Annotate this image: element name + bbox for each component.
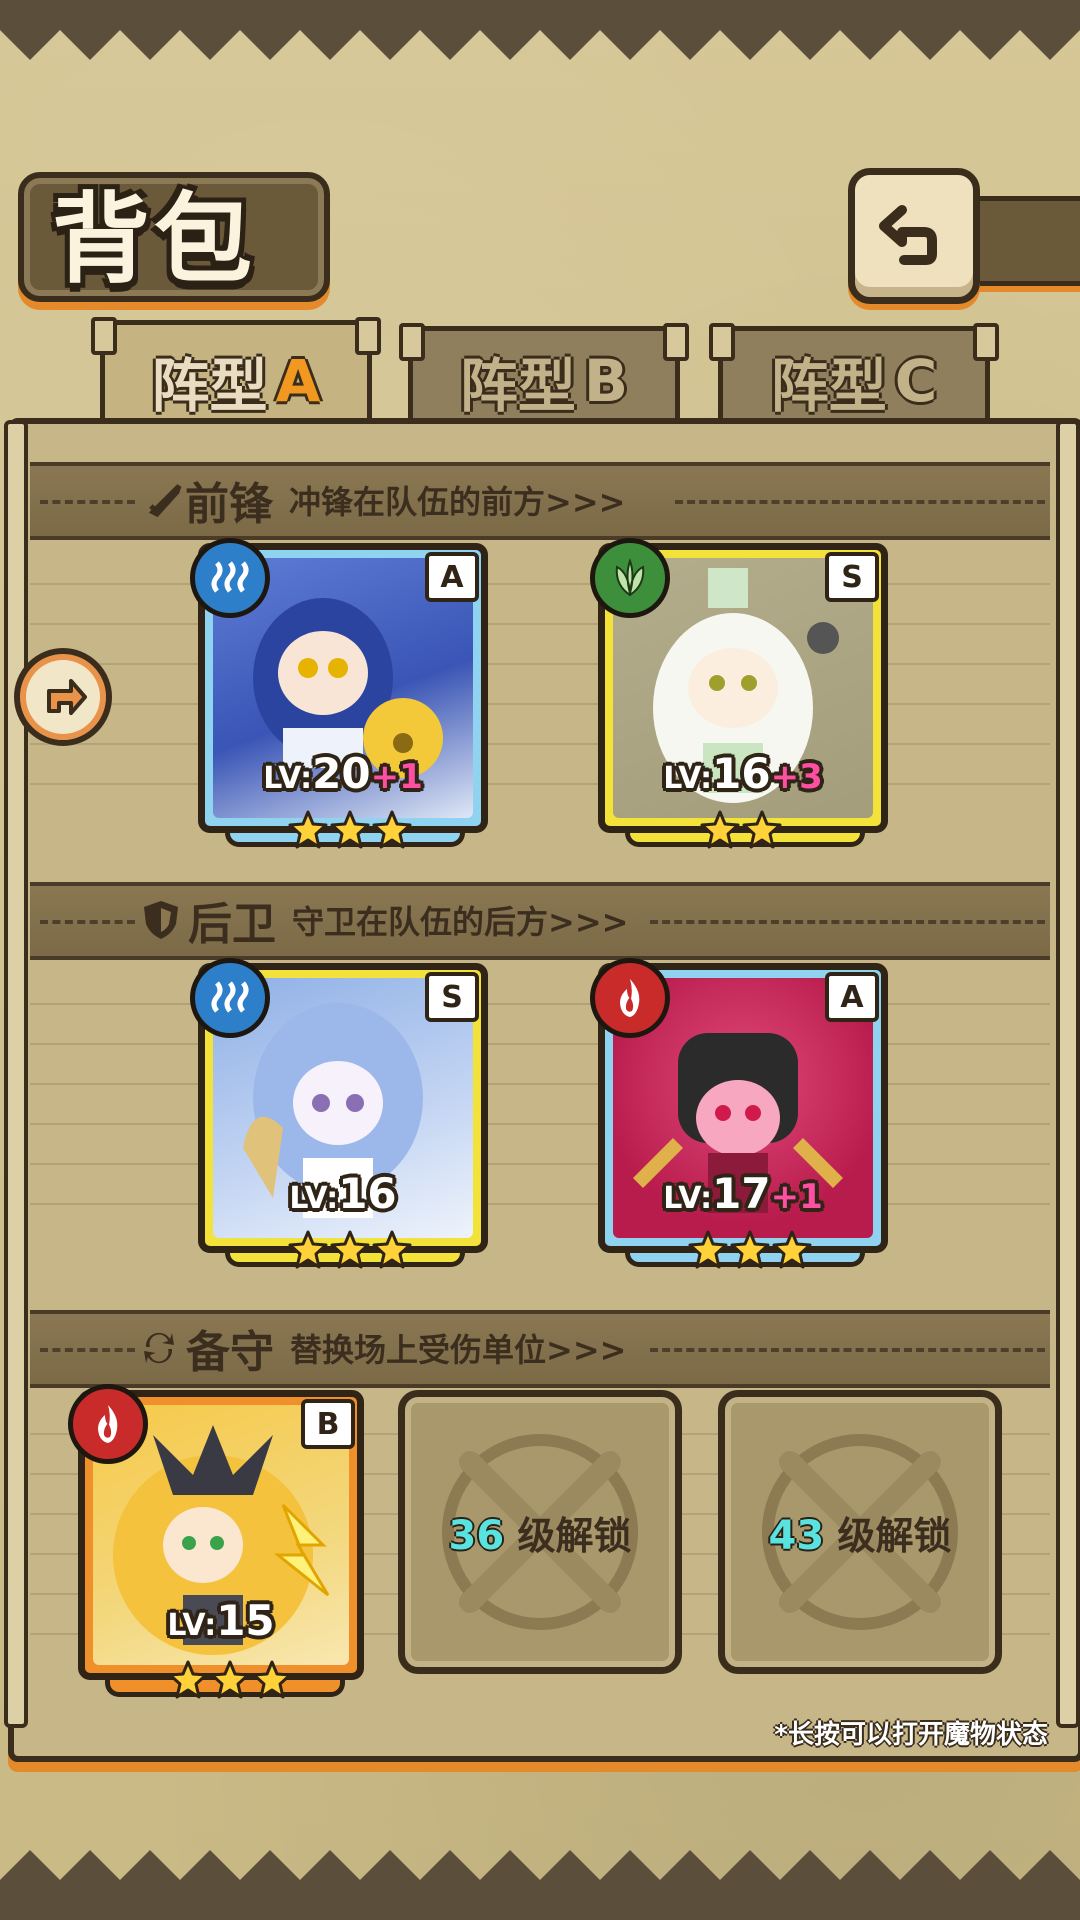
page-title: 背包 [52, 183, 257, 297]
star-rating [700, 810, 782, 850]
rank-badge: S [825, 552, 879, 602]
fire-element-icon [68, 1384, 148, 1464]
star-icon [742, 810, 782, 850]
side-toggle-button[interactable] [14, 648, 112, 746]
panel-rail-left [4, 420, 28, 1728]
star-icon [288, 1230, 328, 1270]
tab-formation-c[interactable]: 阵型 C [709, 323, 999, 431]
tab-formation-b[interactable]: 阵型 B [399, 323, 689, 431]
rank-badge: A [825, 972, 879, 1022]
star-icon [330, 1230, 370, 1270]
water-element-icon [190, 958, 270, 1038]
star-icon [330, 810, 370, 850]
level-label: LV:15 [167, 1596, 275, 1645]
unlock-requirement: 43 级解锁 [768, 1512, 952, 1559]
star-icon [700, 810, 740, 850]
tab-label: 阵型 [151, 352, 268, 420]
star-rating [288, 810, 412, 850]
locked-slot[interactable]: 36 级解锁 [398, 1390, 682, 1674]
level-label: LV:16+3 [663, 749, 823, 798]
star-icon [730, 1230, 770, 1270]
tab-letter: B [583, 347, 629, 415]
water-element-icon [190, 538, 270, 618]
section-label: 备守 [186, 1327, 274, 1378]
rank-badge: A [425, 552, 479, 602]
level-label: LV:16 [289, 1169, 397, 1218]
sword-icon [148, 484, 182, 518]
back-button[interactable] [848, 168, 980, 304]
star-rating [688, 1230, 812, 1270]
section-desc: 守卫在队伍的后方>>> [292, 903, 629, 941]
back-arrow-icon [879, 205, 937, 265]
level-label: LV:20+1 [263, 749, 423, 798]
arrow-right-icon [47, 679, 87, 715]
star-icon [210, 1660, 250, 1700]
swap-icon [144, 1332, 174, 1364]
section-desc: 替换场上受伤单位>>> [290, 1331, 627, 1369]
section-label: 后卫 [188, 899, 276, 950]
tab-label: 阵型 [770, 352, 887, 420]
shield-icon [144, 901, 178, 939]
rank-badge: S [425, 972, 479, 1022]
star-icon [688, 1230, 728, 1270]
section-label: 前锋 [185, 479, 273, 530]
leaf-element-icon [590, 538, 670, 618]
locked-slot[interactable]: 43 级解锁 [718, 1390, 1002, 1674]
star-icon [288, 810, 328, 850]
unlock-requirement: 36 级解锁 [448, 1512, 632, 1559]
panel-rail-right [1056, 420, 1080, 1728]
star-rating [168, 1660, 292, 1700]
star-rating [288, 1230, 412, 1270]
tab-letter: C [894, 347, 938, 415]
section-title-front: 前锋 冲锋在队伍的前方>>> [145, 468, 625, 532]
section-title-reserve: 备守 替换场上受伤单位>>> [138, 1316, 626, 1380]
level-label: LV:17+1 [663, 1169, 823, 1218]
fire-element-icon [590, 958, 670, 1038]
rank-badge: B [301, 1399, 355, 1449]
section-desc: 冲锋在队伍的前方>>> [289, 483, 626, 521]
bottom-border [0, 1850, 1080, 1920]
star-icon [252, 1660, 292, 1700]
tab-letter: A [275, 347, 321, 415]
section-title-back: 后卫 守卫在队伍的后方>>> [140, 888, 628, 952]
tab-label: 阵型 [459, 352, 576, 420]
star-icon [772, 1230, 812, 1270]
top-border [0, 0, 1080, 60]
star-icon [168, 1660, 208, 1700]
star-icon [372, 810, 412, 850]
star-icon [372, 1230, 412, 1270]
hint-text: *长按可以打开魔物状态 [774, 1720, 1048, 1750]
